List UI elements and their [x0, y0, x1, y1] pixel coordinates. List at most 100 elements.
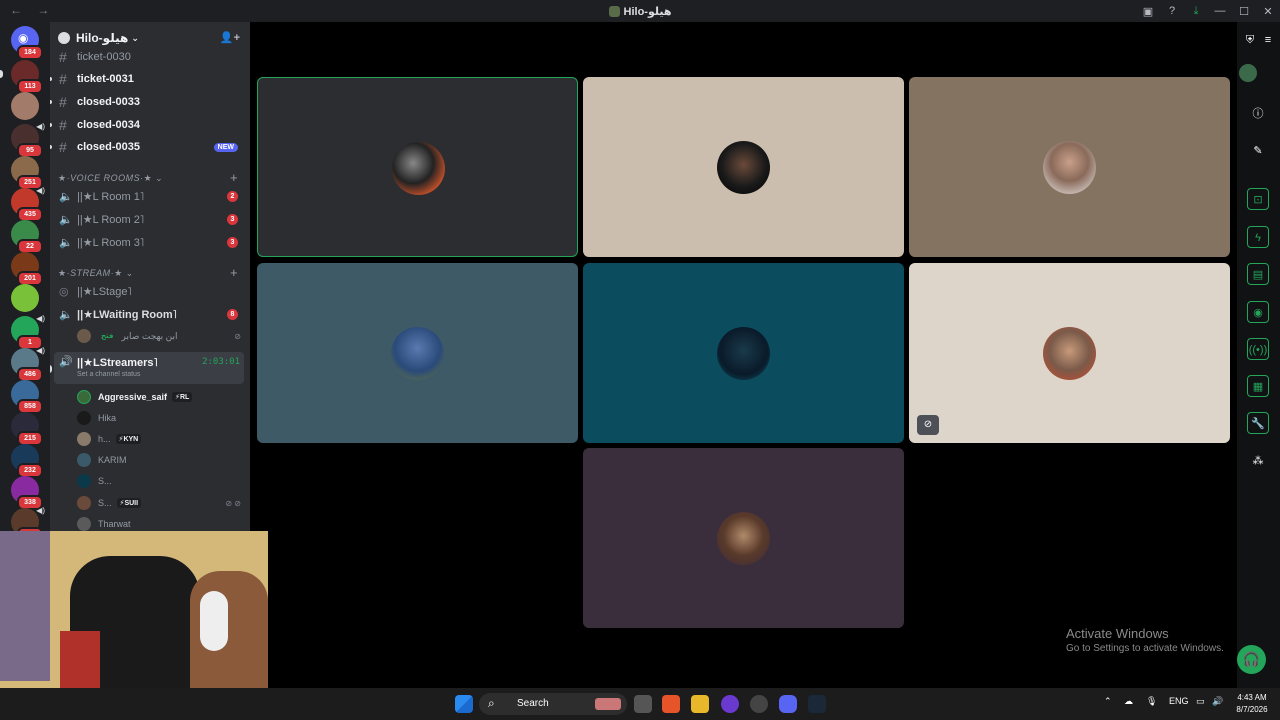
avatar	[717, 327, 770, 380]
wrench-icon[interactable]: 🔧	[1247, 412, 1269, 434]
channel-closed-0033[interactable]: # closed-0033	[50, 92, 250, 112]
avatar	[717, 512, 770, 565]
server-icon[interactable]: ◀) 435	[11, 186, 45, 222]
info-icon[interactable]: ⓘ	[1247, 103, 1269, 125]
bolt-icon[interactable]: ϟ	[1247, 226, 1269, 248]
document-icon[interactable]: ▤	[1247, 263, 1269, 285]
voice-channel-room-2[interactable]: 🔈 ||★L Room 2˥ 3	[50, 210, 250, 230]
stage-icon: ◎	[59, 286, 69, 298]
video-tile[interactable]	[583, 77, 904, 257]
voice-user[interactable]: S...	[77, 472, 247, 490]
voice-channel-room-1[interactable]: 🔈 ||★L Room 1˥ 2	[50, 187, 250, 207]
brave-browser-icon[interactable]	[662, 695, 680, 713]
clock[interactable]: 4:43 AM 8/7/2026	[1230, 692, 1274, 716]
server-icon[interactable]: 22	[11, 220, 43, 254]
voice-user[interactable]: Aggressive_saif ⚡RL	[77, 388, 247, 406]
chevron-up-icon[interactable]: ⌃	[1104, 696, 1112, 707]
channel-status[interactable]: Set a channel status	[77, 371, 140, 378]
server-icon[interactable]: ◀) 1	[11, 314, 45, 350]
video-tile[interactable]: ⊘	[909, 263, 1230, 443]
server-icon[interactable]: 251	[11, 156, 43, 190]
video-tile[interactable]	[257, 77, 578, 257]
server-icon[interactable]: 232	[11, 444, 43, 478]
user-name: h...	[98, 434, 111, 444]
avatar[interactable]	[1239, 64, 1257, 82]
video-tile[interactable]	[583, 448, 904, 628]
category-voice-rooms[interactable]: ★·VOICE ROOMS·★ ⌄ +	[58, 170, 238, 185]
avatar	[1043, 141, 1096, 194]
voice-user[interactable]: Hika	[77, 409, 247, 427]
channel-ticket-0031[interactable]: # ticket-0031	[50, 69, 250, 89]
deafened-icon: ⊘	[234, 331, 241, 341]
minimize-icon[interactable]: —	[1208, 5, 1232, 17]
active-voice-channel[interactable]: 🔊 ||★LStreamers˥ 2:03:01 Set a channel s…	[54, 352, 244, 384]
layout-icon[interactable]: ▦	[1247, 375, 1269, 397]
avatar	[391, 327, 444, 380]
microphone-icon[interactable]: 🎙	[1146, 696, 1157, 707]
server-icon[interactable]: ◀) 95	[11, 122, 45, 158]
speaker-icon: 🔊	[59, 356, 73, 368]
video-tile[interactable]	[257, 263, 578, 443]
file-explorer-icon[interactable]	[691, 695, 709, 713]
language-indicator[interactable]: ENG	[1169, 696, 1189, 706]
app-icon[interactable]	[721, 695, 739, 713]
clock-date: 8/7/2026	[1236, 705, 1268, 714]
server-icon[interactable]: 201	[11, 252, 43, 286]
voice-user[interactable]: S... ⚡SUII ⊘ ⊘	[77, 494, 247, 512]
voice-channel-room-3[interactable]: 🔈 ||★L Room 3˥ 3	[50, 233, 250, 253]
channel-closed-0035[interactable]: # closed-0035 NEW	[50, 137, 250, 157]
voice-user[interactable]: h... ⚡KYN	[77, 430, 247, 448]
discord-taskbar-icon[interactable]	[779, 695, 797, 713]
home-button[interactable]: ◉ 184	[11, 26, 43, 60]
voice-user[interactable]: فتح ابن بهجت صابر ⊘	[77, 327, 247, 345]
app-icon[interactable]	[750, 695, 768, 713]
server-icon[interactable]: ◀) 486	[11, 346, 45, 382]
avatar	[717, 141, 770, 194]
user-name: S...	[98, 498, 112, 508]
broadcast-icon[interactable]: ((•))	[1247, 338, 1269, 360]
chat-icon[interactable]: ◉	[1247, 301, 1269, 323]
server-icon[interactable]: 215	[11, 412, 43, 446]
volume-icon[interactable]: 🔊	[1212, 696, 1223, 707]
server-icon[interactable]: 858	[11, 380, 43, 414]
help-icon[interactable]: ?	[1160, 5, 1184, 17]
add-channel-icon[interactable]: +	[230, 265, 238, 280]
download-icon[interactable]: ⤓	[1184, 5, 1208, 18]
server-icon[interactable]	[11, 92, 39, 120]
network-icon[interactable]: ▭	[1196, 696, 1205, 707]
focus-icon[interactable]: ⊡	[1247, 188, 1269, 210]
maximize-icon[interactable]: ☐	[1232, 5, 1256, 18]
close-icon[interactable]: ✕	[1256, 5, 1280, 18]
task-view-icon[interactable]	[634, 695, 652, 713]
speaker-icon: ◀)	[36, 506, 45, 515]
support-chat-button[interactable]: 🎧	[1237, 645, 1266, 674]
pencil-icon[interactable]: ✎	[1247, 140, 1269, 162]
voice-channel-waiting-room[interactable]: 🔈 ||★LWaiting Room˥ 8	[50, 305, 250, 325]
server-icon[interactable]	[11, 284, 39, 312]
search-highlight-icon	[595, 698, 621, 710]
cloud-icon[interactable]: ☁	[1124, 696, 1133, 707]
inbox-icon[interactable]: ▣	[1136, 5, 1160, 18]
menu-icon[interactable]: ≡	[1257, 29, 1279, 51]
taskbar-search[interactable]: ⌕ Search	[479, 693, 627, 715]
add-user-icon[interactable]: 👤+	[220, 31, 240, 44]
curtain	[0, 531, 50, 681]
stage-channel[interactable]: ◎ ||★LStage˥	[50, 282, 250, 302]
channel-closed-0034[interactable]: # closed-0034	[50, 115, 250, 135]
user-count-badge: 8	[227, 309, 238, 320]
voice-user[interactable]: KARIM	[77, 451, 247, 469]
right-toolbar: ⛨ ≡ ⓘ ✎ ⊡ ϟ ▤ ◉ ((•)) ▦ 🔧 ⁂	[1237, 22, 1280, 688]
video-tile[interactable]	[909, 77, 1230, 257]
add-channel-icon[interactable]: +	[230, 170, 238, 185]
windows-start-icon[interactable]	[455, 695, 473, 713]
server-icon[interactable]: 113	[11, 60, 43, 94]
apps-icon[interactable]: ⁂	[1247, 450, 1269, 472]
category-stream[interactable]: ★·STREAM·★ ⌄ +	[58, 265, 238, 280]
category-label: ★·STREAM·★	[58, 268, 123, 278]
steam-icon[interactable]	[808, 695, 826, 713]
headset-icon: 🎧	[1242, 651, 1261, 667]
server-icon[interactable]: 338	[11, 476, 43, 510]
video-tile[interactable]	[583, 263, 904, 443]
channel-ticket-0030[interactable]: # ticket-0030	[50, 47, 250, 67]
category-label: ★·VOICE ROOMS·★	[58, 173, 153, 183]
